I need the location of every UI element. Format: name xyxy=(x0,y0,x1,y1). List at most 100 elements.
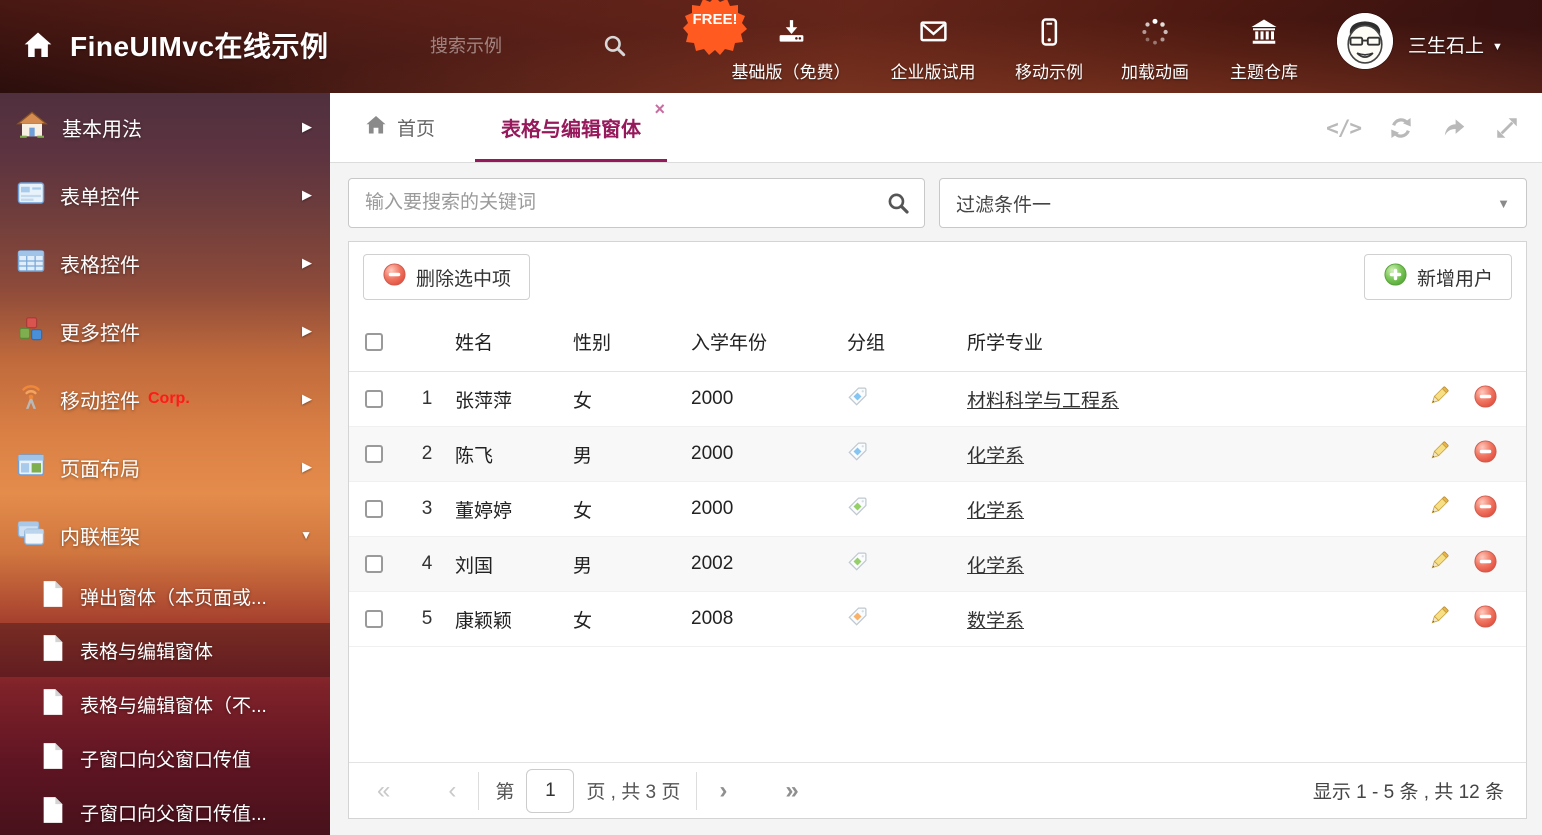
tab-home[interactable]: 首页 xyxy=(364,93,435,162)
edit-icon[interactable] xyxy=(1427,439,1451,469)
sidebar-item-label: 页面布局 xyxy=(60,453,140,482)
fullscreen-icon[interactable] xyxy=(1494,115,1520,141)
sidebar-subitem-grid-edit-window[interactable]: 表格与编辑窗体 xyxy=(0,623,330,677)
first-page-icon[interactable]: « xyxy=(371,779,396,803)
keyword-search xyxy=(348,178,925,228)
page-prefix: 第 xyxy=(495,777,514,804)
spinner-icon xyxy=(1140,17,1170,52)
sidebar-item-basic-usage[interactable]: 基本用法 ▶ xyxy=(0,93,330,161)
add-user-button[interactable]: 新增用户 xyxy=(1364,254,1512,300)
delete-icon[interactable] xyxy=(1473,549,1498,580)
avatar[interactable] xyxy=(1337,13,1393,69)
delete-icon[interactable] xyxy=(1473,384,1498,415)
row-checkbox[interactable] xyxy=(365,555,383,573)
major-link[interactable]: 化学系 xyxy=(967,501,1024,522)
prev-page-icon[interactable]: ‹ xyxy=(442,779,462,803)
file-icon xyxy=(40,796,66,829)
open-new-window-icon[interactable] xyxy=(1441,115,1467,141)
column-group: 分组 xyxy=(847,328,967,355)
sidebar-item-more-controls[interactable]: 更多控件 ▶ xyxy=(0,297,330,365)
major-link[interactable]: 化学系 xyxy=(967,446,1024,467)
top-header: FineUIMvc在线示例 FREE! 基础版（免费） 企业版试用 移动示例 加… xyxy=(0,0,1542,93)
major-link[interactable]: 化学系 xyxy=(967,556,1024,577)
tag-icon xyxy=(847,386,967,413)
select-all-checkbox[interactable] xyxy=(365,333,383,351)
grid-empty-space xyxy=(349,647,1526,762)
nav-mobile-demo[interactable]: 移动示例 xyxy=(1015,0,1083,93)
next-page-icon[interactable]: › xyxy=(713,779,733,803)
tab-bar: 首页 表格与编辑窗体 × </> xyxy=(330,93,1542,163)
delete-selected-button[interactable]: 删除选中项 xyxy=(363,254,530,300)
sidebar-subitem-label: 表格与编辑窗体 xyxy=(80,637,213,664)
nav-enterprise-trial[interactable]: 企业版试用 xyxy=(891,0,976,93)
refresh-icon[interactable] xyxy=(1388,115,1414,141)
edit-icon[interactable] xyxy=(1427,384,1451,414)
tab-grid-edit-window[interactable]: 表格与编辑窗体 × xyxy=(475,93,667,162)
header-search-input[interactable] xyxy=(430,0,580,93)
sidebar-item-grid-controls[interactable]: 表格控件 ▶ xyxy=(0,229,330,297)
sidebar-subitem-grid-edit-window-2[interactable]: 表格与编辑窗体（不... xyxy=(0,677,330,731)
edit-icon[interactable] xyxy=(1427,604,1451,634)
delete-icon[interactable] xyxy=(1473,439,1498,470)
user-menu[interactable]: 三生石上▼ xyxy=(1408,0,1503,94)
app-title: FineUIMvc在线示例 xyxy=(70,0,329,93)
row-checkbox[interactable] xyxy=(365,500,383,518)
row-number: 1 xyxy=(399,388,455,410)
layout-icon xyxy=(16,450,46,485)
major-link[interactable]: 数学系 xyxy=(967,611,1024,632)
row-checkbox[interactable] xyxy=(365,445,383,463)
nav-basic-version[interactable]: 基础版（免费） xyxy=(732,0,851,93)
cell-gender: 女 xyxy=(573,606,691,633)
delete-icon[interactable] xyxy=(1473,494,1498,525)
edit-icon[interactable] xyxy=(1427,494,1451,524)
sidebar-subitem-label: 子窗口向父窗口传值... xyxy=(80,799,267,826)
sidebar-subitem-child-to-parent-2[interactable]: 子窗口向父窗口传值... xyxy=(0,785,330,835)
column-gender: 性别 xyxy=(573,328,691,355)
cell-major: 化学系 xyxy=(967,496,1398,523)
sidebar-subitem-label: 表格与编辑窗体（不... xyxy=(80,691,267,718)
table-row: 5 康颖颖 女 2008 数学系 xyxy=(349,592,1526,647)
nav-label: 基础版（免费） xyxy=(732,58,851,83)
close-icon[interactable]: × xyxy=(655,100,666,118)
last-page-icon[interactable]: » xyxy=(779,779,804,803)
sidebar-subitem-child-to-parent[interactable]: 子窗口向父窗口传值 xyxy=(0,731,330,785)
delete-icon[interactable] xyxy=(1473,604,1498,635)
search-icon[interactable] xyxy=(886,191,911,221)
bank-icon xyxy=(1249,17,1279,52)
cell-name: 陈飞 xyxy=(455,441,573,468)
row-checkbox[interactable] xyxy=(365,610,383,628)
nav-theme-store[interactable]: 主题仓库 xyxy=(1230,0,1298,93)
corp-badge: Corp. xyxy=(148,390,190,408)
cell-major: 数学系 xyxy=(967,606,1398,633)
edit-icon[interactable] xyxy=(1427,549,1451,579)
tag-icon xyxy=(847,441,967,468)
filter-dropdown[interactable]: 过滤条件一 ▼ xyxy=(939,178,1527,228)
sidebar-item-inline-frame[interactable]: 内联框架 ▼ xyxy=(0,501,330,569)
column-year: 入学年份 xyxy=(691,328,847,355)
signal-icon xyxy=(16,382,46,417)
sidebar-item-mobile-controls[interactable]: 移动控件 Corp. ▶ xyxy=(0,365,330,433)
row-checkbox[interactable] xyxy=(365,390,383,408)
tag-icon xyxy=(847,496,967,523)
header-search-icon[interactable] xyxy=(602,33,628,64)
tab-toolbar: </> xyxy=(1326,93,1520,163)
row-number: 2 xyxy=(399,443,455,465)
arrow-right-icon: ▶ xyxy=(302,187,312,203)
major-link[interactable]: 材料科学与工程系 xyxy=(967,391,1119,412)
envelope-icon xyxy=(918,17,948,52)
sidebar-item-form-controls[interactable]: 表单控件 ▶ xyxy=(0,161,330,229)
mobile-icon xyxy=(1034,17,1064,52)
cell-major: 化学系 xyxy=(967,551,1398,578)
view-source-icon[interactable]: </> xyxy=(1326,116,1361,140)
sidebar-subitem-label: 子窗口向父窗口传值 xyxy=(80,745,251,772)
plus-circle-icon xyxy=(1383,262,1408,293)
home-icon[interactable] xyxy=(22,29,54,66)
page-number-input[interactable] xyxy=(526,769,574,813)
keyword-search-input[interactable] xyxy=(348,178,925,228)
sidebar-item-page-layout[interactable]: 页面布局 ▶ xyxy=(0,433,330,501)
table-row: 3 董婷婷 女 2000 化学系 xyxy=(349,482,1526,537)
nav-loading-animation[interactable]: 加载动画 xyxy=(1121,0,1189,93)
row-number: 5 xyxy=(399,608,455,630)
cell-major: 材料科学与工程系 xyxy=(967,386,1398,413)
sidebar-subitem-popup-window[interactable]: 弹出窗体（本页面或... xyxy=(0,569,330,623)
